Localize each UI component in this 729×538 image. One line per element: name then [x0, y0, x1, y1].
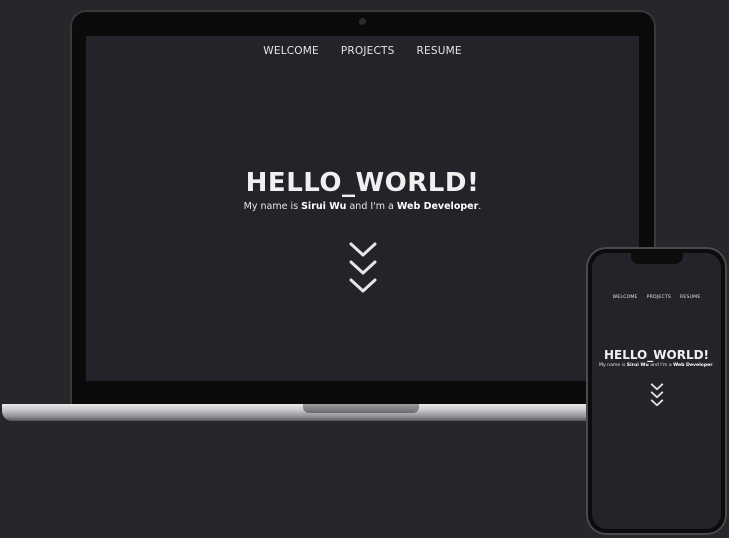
nav-bar: WELCOME PROJECTS RESUME [86, 45, 639, 57]
nav-projects-link[interactable]: PROJECTS [341, 45, 395, 57]
nav-welcome-link[interactable]: WELCOME [263, 45, 319, 57]
phone-nav-bar: WELCOME PROJECTS RESUME [592, 295, 721, 300]
phone-notch [631, 253, 683, 264]
nav-resume-link[interactable]: RESUME [417, 45, 462, 57]
phone-hero-sub-middle: and I'm a [648, 363, 674, 368]
phone-frame: WELCOME PROJECTS RESUME HELLO_WORLD! My … [586, 247, 727, 535]
triple-chevron-down-icon [650, 383, 663, 407]
phone-screen: WELCOME PROJECTS RESUME HELLO_WORLD! My … [592, 253, 721, 529]
camera-icon [359, 18, 366, 25]
hero-subtitle: My name is Sirui Wu and I'm a Web Develo… [86, 201, 639, 212]
phone-hero-role: Web Developer [673, 363, 713, 368]
phone-nav-welcome-link[interactable]: WELCOME [613, 295, 638, 300]
hero-title: HELLO_WORLD! [245, 168, 480, 198]
hero-role: Web Developer [396, 201, 479, 212]
phone-scroll-down-button[interactable] [592, 383, 721, 407]
hero-sub-middle: and I'm a [346, 201, 397, 212]
phone-hero-title: HELLO_WORLD! [603, 348, 710, 362]
laptop-lid: WELCOME PROJECTS RESUME HELLO_WORLD! My … [70, 10, 656, 408]
phone-hero-subtitle: My name is Sirui Wu and I'm a Web Develo… [592, 363, 721, 368]
scroll-down-button[interactable] [86, 241, 639, 295]
phone-nav-projects-link[interactable]: PROJECTS [647, 295, 671, 300]
phone-nav-resume-link[interactable]: RESUME [680, 295, 700, 300]
phone-hero-sub-prefix: My name is [599, 363, 627, 368]
hero-sub-suffix: . [478, 201, 482, 212]
hero-sub-prefix: My name is [243, 201, 302, 212]
triple-chevron-down-icon [349, 242, 376, 293]
laptop-screen: WELCOME PROJECTS RESUME HELLO_WORLD! My … [86, 36, 639, 381]
phone-hero-name: Sirui Wu [626, 363, 649, 368]
hero-name: Sirui Wu [301, 201, 347, 212]
laptop-hinge [303, 404, 419, 413]
phone-hero-sub-suffix: . [712, 363, 714, 368]
